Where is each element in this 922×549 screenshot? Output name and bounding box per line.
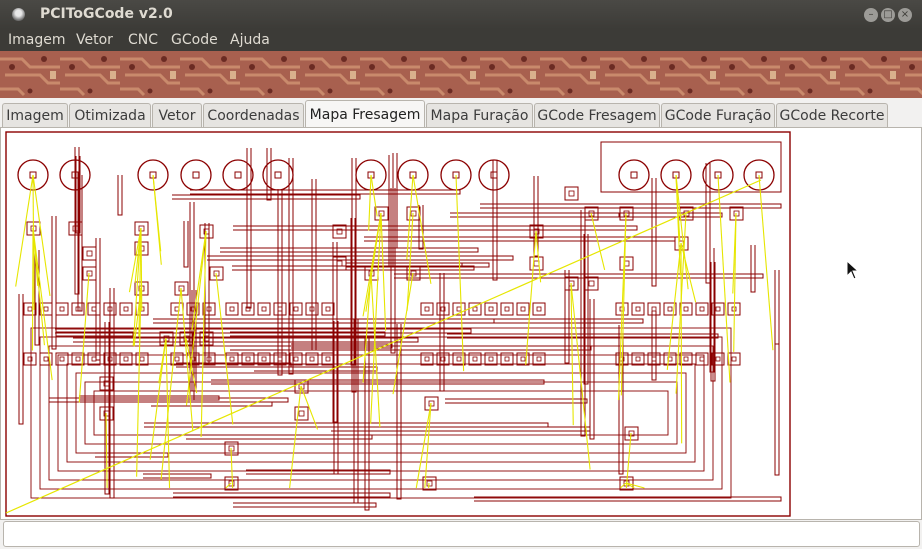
milling-map-panel — [0, 127, 922, 520]
tab-bar: Imagem Otimizada Vetor Coordenadas Mapa … — [0, 100, 922, 128]
menu-ajuda[interactable]: Ajuda — [230, 32, 270, 48]
tab-imagem[interactable]: Imagem — [2, 103, 68, 127]
menu-bar: Imagem Vetor CNC GCode Ajuda — [0, 29, 922, 51]
menu-imagem[interactable]: Imagem — [8, 32, 65, 48]
status-bar — [3, 521, 920, 547]
tab-vetor[interactable]: Vetor — [152, 103, 202, 127]
menu-cnc[interactable]: CNC — [128, 32, 158, 48]
tab-gcode-recorte[interactable]: GCode Recorte — [776, 103, 888, 127]
close-icon[interactable]: × — [898, 8, 912, 22]
menu-gcode[interactable]: GCode — [171, 32, 218, 48]
maximize-icon[interactable]: □ — [881, 8, 895, 22]
window-title: PCIToGCode v2.0 — [40, 6, 173, 22]
tab-coordenadas[interactable]: Coordenadas — [203, 103, 304, 127]
pcb-banner-image — [0, 51, 922, 98]
tab-gcode-fresagem[interactable]: GCode Fresagem — [534, 103, 660, 127]
tab-otimizada[interactable]: Otimizada — [69, 103, 151, 127]
minimize-icon[interactable]: – — [864, 8, 878, 22]
title-bar: PCIToGCode v2.0 – □ × — [0, 0, 922, 29]
app-icon — [12, 8, 25, 21]
tab-gcode-furacao[interactable]: GCode Furação — [661, 103, 775, 127]
tab-mapa-fresagem[interactable]: Mapa Fresagem — [305, 100, 425, 128]
tab-mapa-furacao[interactable]: Mapa Furação — [426, 103, 533, 127]
menu-vetor[interactable]: Vetor — [76, 32, 113, 48]
milling-map-canvas[interactable] — [1, 128, 921, 519]
mouse-pointer-icon — [846, 260, 860, 280]
